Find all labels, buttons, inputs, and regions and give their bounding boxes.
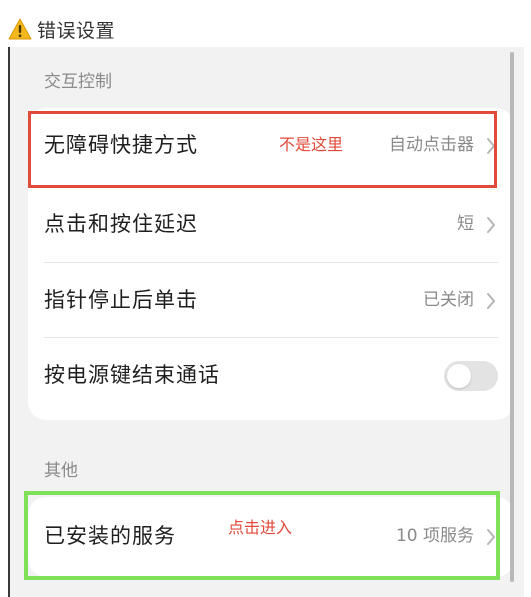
correct-note: 点击进入 (228, 518, 293, 537)
section-title-interaction: 交互控制 (44, 72, 112, 92)
wrong-note: 不是这里 (279, 135, 344, 154)
row-value: 短 (457, 214, 474, 234)
row-touch-hold-delay[interactable]: 点击和按住延迟 短 (28, 187, 514, 262)
end-call-toggle[interactable] (444, 361, 498, 391)
row-power-button-end-call[interactable]: 按电源键结束通话 (28, 338, 514, 413)
row-label: 按电源键结束通话 (44, 363, 220, 387)
section-title-other: 其他 (44, 461, 78, 481)
row-dwell-click[interactable]: 指针停止后单击 已关闭 (28, 263, 514, 338)
chevron-right-icon (487, 293, 495, 309)
toggle-knob (447, 364, 471, 388)
header-title: 错误设置 (37, 19, 116, 42)
left-border (8, 47, 10, 597)
row-label: 点击和按住延迟 (44, 212, 198, 236)
header: 错误设置 (8, 14, 115, 44)
row-label: 指针停止后单击 (44, 288, 198, 312)
chevron-right-icon (487, 217, 495, 233)
row-value: 已关闭 (423, 290, 474, 310)
warning-icon (8, 18, 32, 40)
scrollbar[interactable] (510, 52, 514, 582)
wrong-highlight-box (28, 111, 497, 188)
